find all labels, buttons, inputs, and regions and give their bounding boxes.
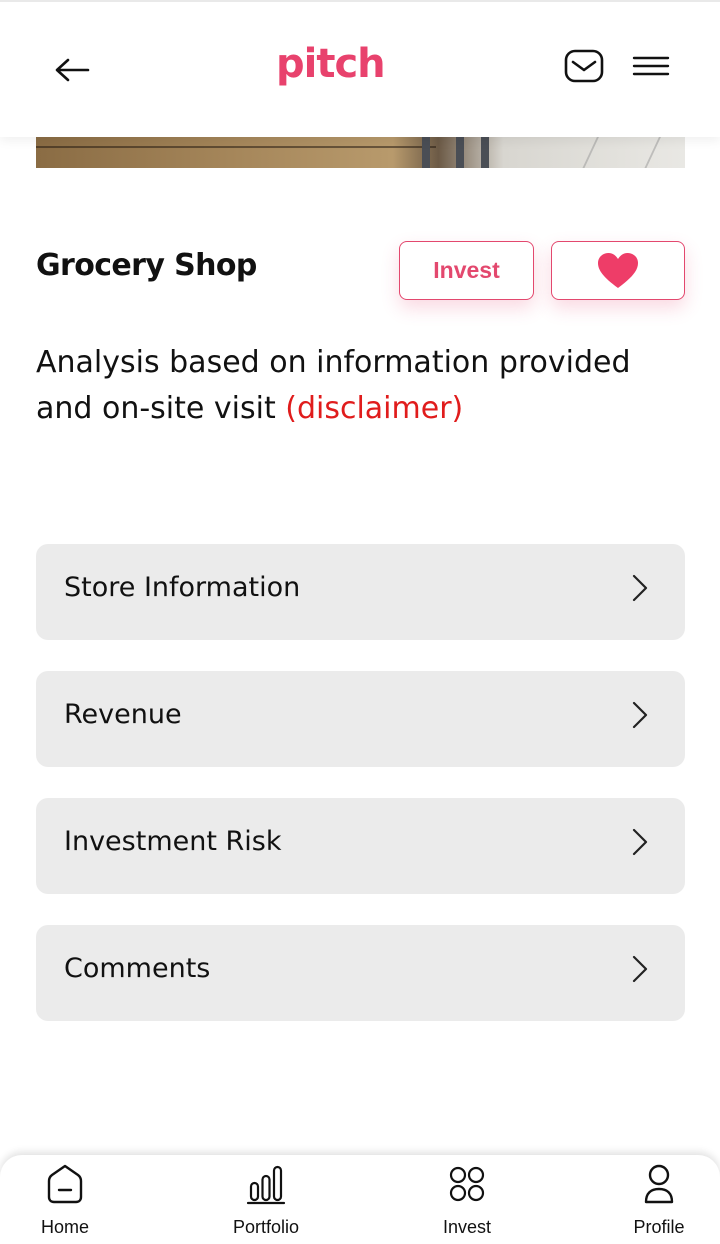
chevron-right-icon [632, 828, 648, 856]
business-title: Grocery Shop [36, 248, 257, 283]
analysis-note: Analysis based on information provided a… [36, 340, 696, 432]
tab-portfolio[interactable]: Portfolio [211, 1155, 321, 1244]
tab-home[interactable]: Home [10, 1155, 120, 1244]
section-label: Comments [64, 953, 211, 984]
section-revenue[interactable]: Revenue [36, 671, 685, 767]
chevron-right-icon [632, 574, 648, 602]
app-header: pitch [0, 0, 720, 137]
back-button[interactable] [48, 50, 96, 90]
hamburger-menu-icon [632, 56, 670, 76]
app-logo: pitch [276, 41, 386, 87]
section-label: Store Information [64, 572, 301, 603]
mail-button[interactable] [562, 46, 606, 86]
favorite-button[interactable] [551, 241, 685, 300]
disclaimer-link[interactable]: (disclaimer) [285, 391, 463, 426]
menu-button[interactable] [630, 50, 672, 82]
section-store-information[interactable]: Store Information [36, 544, 685, 640]
tab-profile[interactable]: Profile [604, 1155, 714, 1244]
user-icon [644, 1164, 674, 1204]
arrow-left-icon [55, 58, 90, 82]
chevron-right-icon [632, 701, 648, 729]
tab-label: Home [40, 1217, 89, 1237]
heart-icon [598, 252, 638, 288]
section-investment-risk[interactable]: Investment Risk [36, 798, 685, 894]
tab-label: Portfolio [232, 1217, 300, 1237]
bottom-tab-bar: Home Portfolio Invest Profile [0, 1155, 720, 1244]
section-label: Investment Risk [64, 826, 282, 857]
tab-invest[interactable]: Invest [412, 1155, 522, 1244]
chevron-right-icon [632, 955, 648, 983]
tab-label: Profile [633, 1217, 685, 1237]
section-label: Revenue [64, 699, 182, 730]
home-icon [47, 1164, 83, 1204]
mail-icon [564, 49, 604, 83]
invest-button[interactable]: Invest [399, 241, 534, 300]
tab-label: Invest [442, 1217, 492, 1237]
section-comments[interactable]: Comments [36, 925, 685, 1021]
grid-circles-icon [449, 1166, 485, 1202]
bar-chart-icon [246, 1165, 286, 1205]
